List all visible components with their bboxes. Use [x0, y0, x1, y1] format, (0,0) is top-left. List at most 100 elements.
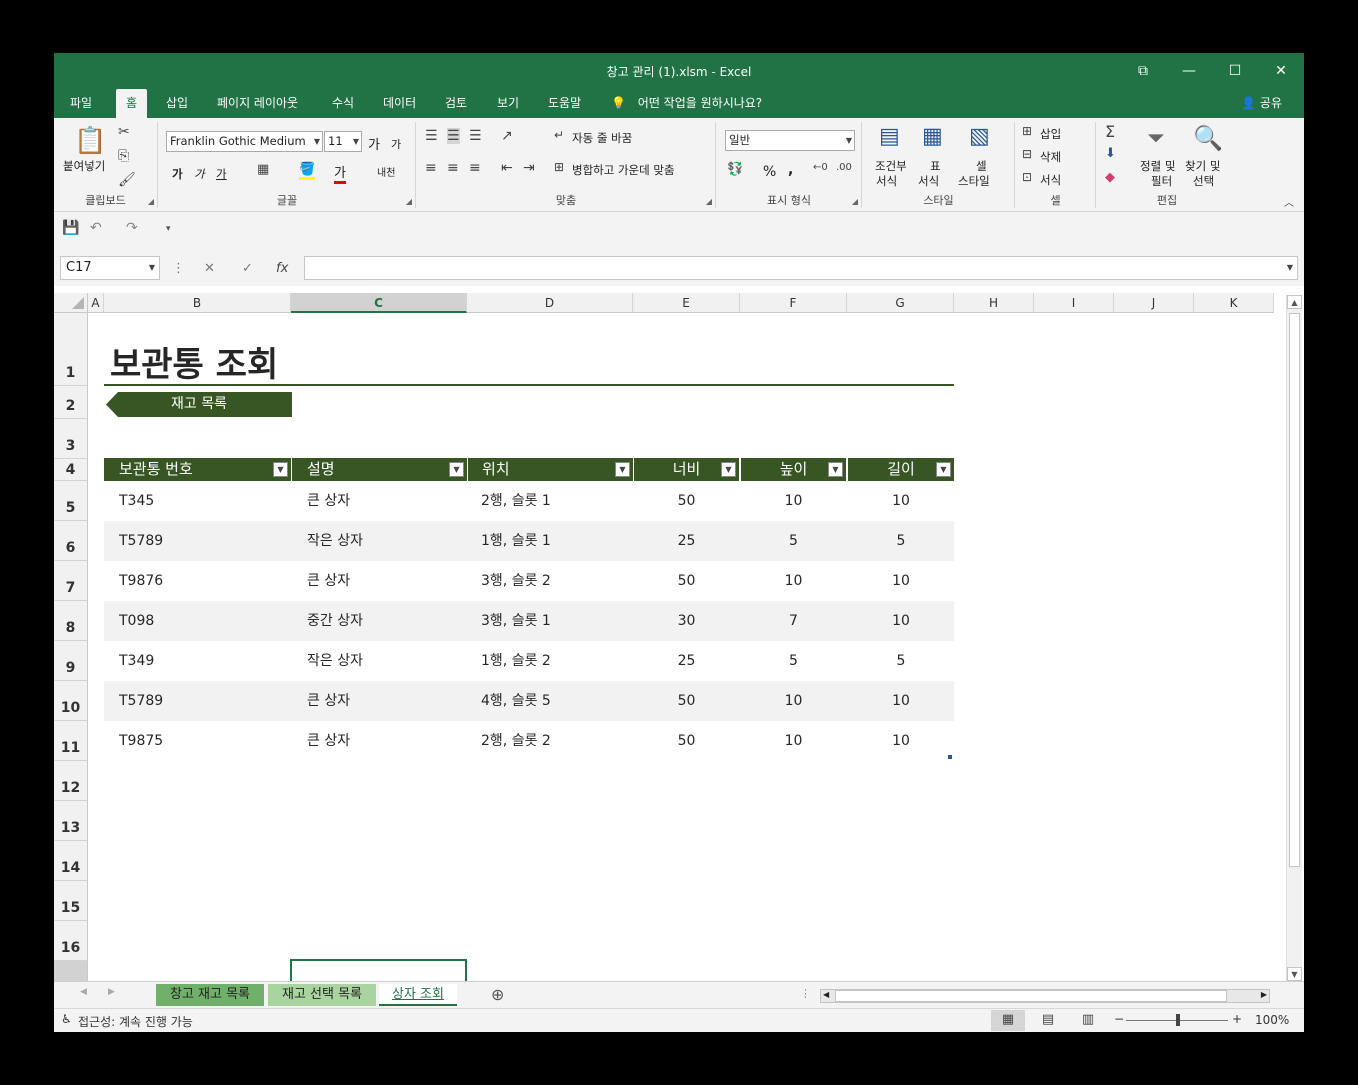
format-painter-icon[interactable]: 🖌 [118, 172, 136, 188]
row-header-6[interactable]: 6 [54, 521, 88, 561]
cell-length[interactable]: 10 [848, 681, 954, 721]
cell-styles-label-2[interactable]: 스타일 [958, 173, 990, 189]
cell-height[interactable]: 5 [741, 641, 846, 681]
row-header-8[interactable]: 8 [54, 601, 88, 641]
tell-me-search[interactable]: 💡 어떤 작업을 원하시나요? [611, 89, 762, 118]
zoom-in-button[interactable]: + [1232, 1012, 1242, 1026]
cell-location[interactable]: 3행, 슬롯 2 [481, 561, 551, 601]
tab-home[interactable]: 홈 [116, 89, 148, 118]
tab-review[interactable]: 검토 [435, 89, 477, 118]
column-header-k[interactable]: K [1194, 293, 1274, 313]
scroll-up-icon[interactable]: ▲ [1287, 295, 1302, 309]
sheet-tab-warehouse-inventory[interactable]: 창고 재고 목록 [156, 984, 264, 1006]
cell-height[interactable]: 10 [741, 681, 846, 721]
bold-button[interactable]: 가 [172, 166, 183, 182]
scroll-down-icon[interactable]: ▼ [1287, 967, 1302, 981]
tab-view[interactable]: 보기 [487, 89, 529, 118]
cell-description[interactable]: 작은 상자 [307, 641, 363, 681]
delete-cells-button[interactable]: 삭제 [1040, 149, 1061, 165]
undo-icon[interactable]: ↶ [90, 220, 102, 236]
phonetic-guide-button[interactable]: 내천 [377, 164, 395, 179]
format-as-table-label-2[interactable]: 서식 [918, 173, 939, 189]
cell-location[interactable]: 2행, 슬롯 2 [481, 721, 551, 761]
cell-styles-label-1[interactable]: 셀 [976, 158, 987, 174]
paste-label[interactable]: 붙여넣기 [63, 158, 105, 174]
row-header-13[interactable]: 13 [54, 801, 88, 841]
sort-filter-label-2[interactable]: 필터 [1151, 173, 1172, 189]
active-cell-c17[interactable] [290, 959, 467, 981]
cell-height[interactable]: 10 [741, 561, 846, 601]
number-launcher-icon[interactable]: ◢ [852, 197, 858, 206]
underline-button[interactable]: 가 [216, 166, 227, 182]
shrink-font-button[interactable]: 가 [391, 136, 401, 152]
zoom-slider-thumb[interactable] [1176, 1014, 1180, 1026]
find-select-icon[interactable]: 🔍 [1193, 124, 1223, 152]
normal-view-icon[interactable]: ▦ [991, 1010, 1025, 1031]
row-header-4[interactable]: 4 [54, 459, 88, 481]
delete-cells-icon[interactable]: ⊟ [1022, 147, 1032, 161]
cell-width[interactable]: 50 [634, 481, 739, 521]
cell-bin-number[interactable]: T9875 [119, 721, 163, 761]
paste-icon[interactable]: 📋 [74, 126, 106, 156]
cell-length[interactable]: 10 [848, 601, 954, 641]
find-select-label-2[interactable]: 선택 [1193, 173, 1214, 189]
autosum-icon[interactable]: Σ [1105, 122, 1115, 141]
maximize-button[interactable]: ☐ [1212, 53, 1258, 89]
cell-length[interactable]: 5 [848, 641, 954, 681]
cell-length[interactable]: 10 [848, 721, 954, 761]
tab-file[interactable]: 파일 [60, 89, 102, 118]
cell-description[interactable]: 작은 상자 [307, 521, 363, 561]
tab-formulas[interactable]: 수식 [322, 89, 364, 118]
cell-width[interactable]: 30 [634, 601, 739, 641]
find-select-label-1[interactable]: 찾기 및 [1185, 158, 1220, 174]
column-header-c[interactable]: C [291, 293, 467, 313]
scroll-tabs-left-icon[interactable]: ◀ [80, 987, 87, 997]
share-button[interactable]: 👤 공유 [1241, 89, 1282, 118]
zoom-out-button[interactable]: − [1114, 1012, 1124, 1026]
insert-cells-icon[interactable]: ⊞ [1022, 124, 1032, 138]
conditional-formatting-icon[interactable]: ▤ [879, 124, 900, 149]
name-box[interactable]: C17 ▼ [60, 256, 160, 280]
filter-dropdown-icon[interactable]: ▼ [615, 462, 630, 477]
scroll-tabs-right-icon[interactable]: ▶ [108, 987, 115, 997]
cell-location[interactable]: 1행, 슬롯 1 [481, 521, 551, 561]
cell-location[interactable]: 2행, 슬롯 1 [481, 481, 551, 521]
cell-width[interactable]: 50 [634, 721, 739, 761]
sort-filter-label-1[interactable]: 정렬 및 [1140, 158, 1175, 174]
filter-dropdown-icon[interactable]: ▼ [936, 462, 951, 477]
column-header-e[interactable]: E [633, 293, 740, 313]
cut-icon[interactable]: ✂ [118, 124, 130, 140]
cell-description[interactable]: 중간 상자 [307, 601, 363, 641]
conditional-formatting-label-2[interactable]: 서식 [876, 173, 897, 189]
format-cells-button[interactable]: 서식 [1040, 172, 1061, 188]
select-all-corner[interactable] [54, 293, 88, 313]
font-size-select[interactable]: 11 ▼ [324, 131, 362, 152]
cell-height[interactable]: 10 [741, 481, 846, 521]
cell-width[interactable]: 25 [634, 521, 739, 561]
wrap-text-button[interactable]: 자동 줄 바꿈 [572, 130, 632, 146]
sheet-tab-box-lookup[interactable]: 상자 조회 [379, 984, 457, 1006]
accessibility-status[interactable]: 접근성: 계속 진행 가능 [78, 1013, 193, 1030]
font-name-select[interactable]: Franklin Gothic Medium ▼ [166, 131, 323, 152]
filter-dropdown-icon[interactable]: ▼ [273, 462, 288, 477]
increase-indent-icon[interactable]: ⇥ [523, 160, 535, 176]
scroll-right-icon[interactable]: ▶ [1261, 990, 1267, 999]
cell-bin-number[interactable]: T5789 [119, 521, 163, 561]
close-button[interactable]: ✕ [1258, 53, 1304, 89]
cell-location[interactable]: 1행, 슬롯 2 [481, 641, 551, 681]
column-header-f[interactable]: F [740, 293, 847, 313]
row-header-2[interactable]: 2 [54, 386, 88, 419]
cell-height[interactable]: 10 [741, 721, 846, 761]
align-middle-icon[interactable]: ☰ [447, 128, 460, 144]
decrease-indent-icon[interactable]: ⇤ [501, 160, 513, 176]
align-left-icon[interactable]: ≡ [425, 160, 437, 176]
cell-bin-number[interactable]: T098 [119, 601, 154, 641]
cell-length[interactable]: 10 [848, 561, 954, 601]
conditional-formatting-label-1[interactable]: 조건부 [875, 158, 907, 174]
row-header-9[interactable]: 9 [54, 641, 88, 681]
row-header-7[interactable]: 7 [54, 561, 88, 601]
formula-input[interactable]: ▼ [304, 256, 1298, 280]
format-as-table-label-1[interactable]: 표 [930, 158, 941, 174]
filter-dropdown-icon[interactable]: ▼ [449, 462, 464, 477]
cell-width[interactable]: 50 [634, 681, 739, 721]
